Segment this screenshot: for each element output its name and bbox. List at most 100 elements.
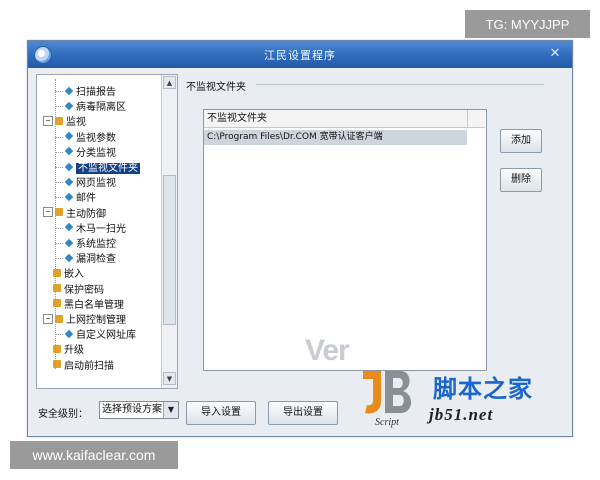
- tree-item[interactable]: − 主动防御: [43, 205, 106, 220]
- tree-item-label: 系统监控: [76, 239, 116, 250]
- tree-item[interactable]: 漏洞检查: [64, 250, 116, 266]
- add-button[interactable]: 添加: [500, 129, 542, 153]
- scroll-thumb[interactable]: [163, 175, 176, 325]
- tree-connector: [55, 243, 63, 244]
- ver-watermark: Ver: [305, 334, 350, 367]
- tree-item-label: 不监视文件夹: [76, 163, 140, 174]
- tree-item-label: 病毒隔离区: [76, 102, 126, 114]
- tree-item[interactable]: 分类监视: [64, 144, 116, 159]
- logo-url-text: jb51.net: [429, 405, 494, 424]
- top-watermark-text: TG: MYYJJPP: [485, 16, 570, 32]
- collapse-toggle-icon[interactable]: −: [43, 207, 53, 218]
- tree-item-label: 主动防御: [66, 208, 106, 220]
- group-divider: [256, 84, 544, 85]
- tree-connector-icon: [43, 269, 51, 277]
- export-settings-button[interactable]: 导出设置: [268, 401, 338, 425]
- tree-item-label: 嵌入: [64, 269, 84, 281]
- tree-item[interactable]: 监视参数: [64, 129, 116, 144]
- tree-connector: [55, 106, 63, 108]
- tree-item-label: 黑白名单管理: [64, 299, 124, 311]
- tree-item[interactable]: 病毒隔离区: [64, 98, 126, 114]
- security-preset-value: 选择预设方案: [102, 404, 162, 415]
- leaf-node-icon: [64, 223, 74, 232]
- title-bar[interactable]: 江民设置程序 ✕: [28, 41, 572, 68]
- tree-item-label: 保护密码: [64, 284, 104, 296]
- tree-item[interactable]: 系统监控: [64, 235, 116, 250]
- tree-connector-icon: [43, 360, 51, 368]
- list-header-filler: [467, 110, 485, 128]
- leaf-node-icon: [64, 147, 74, 156]
- excluded-folders-list[interactable]: 不监视文件夹 C:\Program Files\Dr.COM 宽带认证客户端: [203, 109, 487, 371]
- tree-connector: [55, 167, 63, 168]
- tree-item-label: 网页监视: [76, 178, 116, 190]
- group-title: 不监视文件夹: [186, 82, 246, 93]
- collapse-toggle-icon[interactable]: −: [43, 313, 53, 324]
- security-level-label: 安全级别：: [38, 409, 88, 420]
- tree-item-label: 上网控制管理: [66, 315, 126, 326]
- tree-connector-icon: [43, 299, 51, 307]
- import-settings-button[interactable]: 导入设置: [186, 401, 256, 425]
- tree-content: 扫描报告病毒隔离区 − 监视 监视参数分类监视不监视文件夹 网页监视邮件 − 主动防御木马一…: [37, 75, 161, 388]
- delete-button[interactable]: 删除: [500, 168, 542, 192]
- tree-item[interactable]: 不监视文件夹: [64, 159, 140, 174]
- tree-item-label: 漏洞检查: [76, 254, 116, 266]
- tree-connector: [55, 182, 63, 184]
- tree-item[interactable]: − 监视: [43, 113, 86, 128]
- leaf-node-icon: [64, 192, 74, 202]
- tree-item-label: 监视: [66, 117, 86, 129]
- jb51-logo-mark-icon: [363, 371, 412, 414]
- leaf-node-icon: [64, 131, 74, 141]
- tree-item-label: 自定义网址库: [76, 330, 136, 342]
- scroll-up-icon[interactable]: ▲: [163, 76, 176, 89]
- tree-item[interactable]: 保护密码: [43, 281, 104, 296]
- tree-item-label: 启动前扫描: [64, 360, 114, 372]
- leaf-node-icon: [64, 101, 74, 110]
- window-title: 江民设置程序: [264, 49, 336, 62]
- scroll-down-icon[interactable]: ▼: [163, 372, 176, 385]
- tree-connector-icon: [43, 345, 51, 353]
- tree-item[interactable]: 邮件: [64, 189, 96, 205]
- folder-node-icon: [55, 314, 63, 323]
- tree-item-label: 扫描报告: [76, 87, 116, 98]
- leaf-node-icon: [64, 177, 74, 186]
- top-watermark: TG: MYYJJPP: [465, 10, 590, 38]
- tree-item-label: 分类监视: [76, 147, 116, 159]
- leaf-node-icon: [64, 86, 74, 95]
- leaf-node-icon: [64, 329, 74, 338]
- list-column-header[interactable]: 不监视文件夹: [204, 110, 467, 128]
- security-preset-select[interactable]: 选择预设方案 ▼: [99, 401, 179, 419]
- tree-scrollbar[interactable]: ▲ ▼: [161, 75, 177, 388]
- tree-item[interactable]: 网页监视: [64, 174, 116, 190]
- tree-item[interactable]: 启动前扫描: [43, 357, 114, 372]
- tree-item[interactable]: 升级: [43, 341, 84, 356]
- script-text: Script: [375, 417, 399, 428]
- tree-connector: [55, 91, 63, 92]
- close-icon[interactable]: ✕: [547, 46, 563, 62]
- tree-item[interactable]: 木马一扫光: [64, 220, 126, 235]
- bottom-watermark: www.kaifaclear.com: [10, 441, 178, 469]
- tree-item[interactable]: 扫描报告: [64, 83, 116, 98]
- tree-connector: [55, 136, 63, 138]
- tree-item[interactable]: 嵌入: [43, 265, 84, 280]
- settings-tree: 扫描报告病毒隔离区 − 监视 监视参数分类监视不监视文件夹 网页监视邮件 − 主动防御木马一…: [36, 74, 178, 389]
- collapse-toggle-icon[interactable]: −: [43, 115, 53, 126]
- bottom-watermark-text: www.kaifaclear.com: [32, 447, 156, 463]
- folder-node-icon: [55, 208, 63, 217]
- tree-item-label: 升级: [64, 345, 84, 357]
- tree-connector: [55, 227, 63, 229]
- tree-item[interactable]: 自定义网址库: [64, 326, 136, 342]
- folder-node-icon: [55, 116, 63, 125]
- tree-guide-line: [55, 79, 56, 369]
- tree-item-label: 邮件: [76, 193, 96, 205]
- logo-cn-text: 脚本之家: [433, 375, 533, 403]
- chevron-down-icon[interactable]: ▼: [163, 402, 178, 418]
- tree-item-label: 木马一扫光: [76, 223, 126, 235]
- tree-connector-icon: [43, 284, 51, 292]
- jb51-logo: Script 脚本之家 jb51.net: [357, 365, 582, 440]
- tree-connector: [55, 334, 63, 336]
- list-item[interactable]: C:\Program Files\Dr.COM 宽带认证客户端: [204, 130, 467, 145]
- tree-connector: [55, 151, 63, 153]
- leaf-node-icon: [64, 238, 74, 247]
- tree-connector: [55, 258, 63, 260]
- leaf-node-icon: [64, 162, 74, 171]
